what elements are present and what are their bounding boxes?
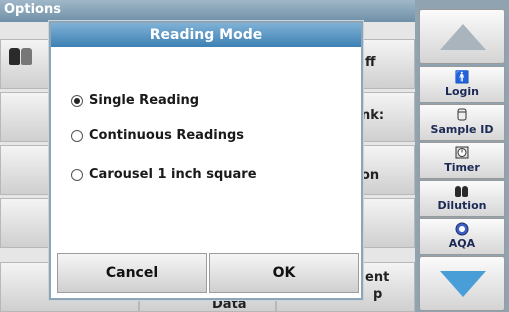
vial-icon	[420, 108, 504, 122]
ok-button[interactable]: OK	[209, 253, 359, 293]
sidebar: 🚹 Login Sample ID Timer Dilution AQA	[415, 0, 509, 312]
login-button[interactable]: 🚹 Login	[419, 66, 505, 103]
reading-mode-icon	[9, 48, 33, 65]
aqa-button[interactable]: AQA	[419, 218, 505, 255]
reading-mode-dialog: Reading Mode Single Reading Continuous R…	[49, 21, 363, 300]
aqa-icon	[420, 222, 504, 236]
option-single-reading[interactable]: Single Reading	[71, 93, 199, 108]
arrow-up-icon	[440, 24, 486, 50]
timer-icon	[420, 146, 504, 160]
screen-title: Options	[4, 2, 61, 17]
title-bar: Options	[0, 0, 415, 22]
dilution-icon	[420, 184, 504, 198]
timer-button[interactable]: Timer	[419, 142, 505, 179]
arrow-down-icon	[440, 271, 486, 297]
sample-id-button[interactable]: Sample ID	[419, 104, 505, 141]
scroll-down-button[interactable]	[419, 256, 505, 311]
option-continuous-readings[interactable]: Continuous Readings	[71, 128, 244, 143]
scroll-up-button[interactable]	[419, 9, 505, 64]
radio-selected-icon[interactable]	[71, 94, 83, 107]
person-icon: 🚹	[454, 70, 470, 84]
dialog-title: Reading Mode	[51, 23, 361, 47]
radio-unselected-icon[interactable]	[71, 168, 83, 181]
cancel-button[interactable]: Cancel	[57, 253, 207, 293]
option-carousel[interactable]: Carousel 1 inch square	[71, 167, 257, 182]
radio-unselected-icon[interactable]	[71, 129, 83, 142]
dilution-button[interactable]: Dilution	[419, 180, 505, 217]
